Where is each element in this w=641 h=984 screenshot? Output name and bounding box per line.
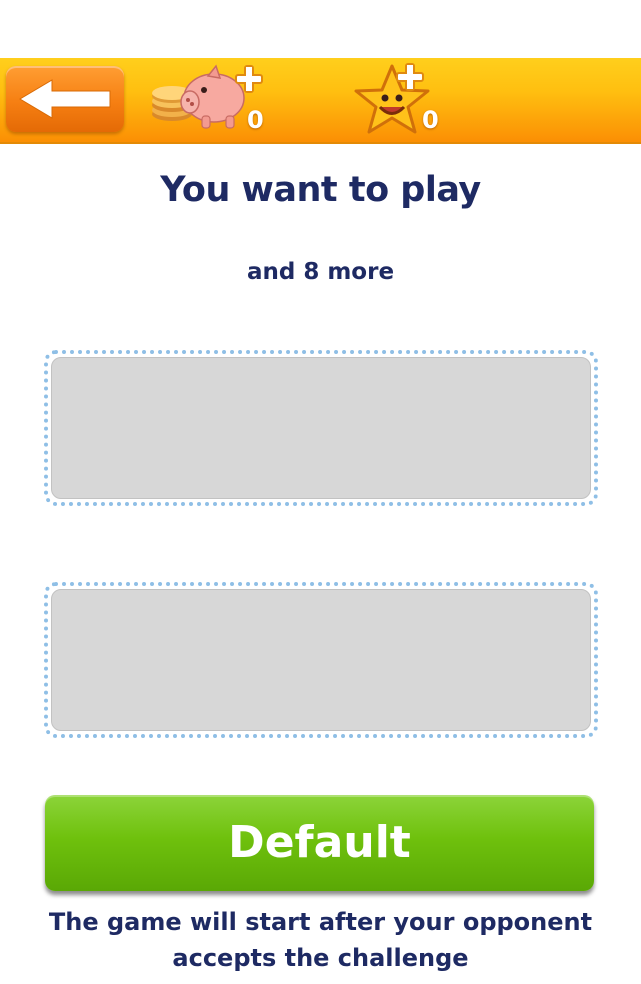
coins-count: 0 (247, 106, 264, 134)
game-slot-2[interactable] (44, 582, 598, 738)
stars-counter[interactable]: 0 (352, 58, 442, 144)
footer-message: The game will start after your opponent … (48, 908, 593, 972)
game-slot-placeholder (51, 357, 591, 499)
page-title: You want to play (160, 170, 481, 210)
stars-count: 0 (422, 106, 439, 134)
top-bar: 0 0 (0, 58, 641, 144)
game-slot-placeholder (51, 589, 591, 731)
game-slot-1[interactable] (44, 350, 598, 506)
coins-counter[interactable]: 0 (150, 58, 265, 144)
left-arrow-icon (19, 79, 111, 119)
page-subtitle: and 8 more (246, 259, 395, 285)
back-button[interactable] (6, 66, 124, 132)
default-button[interactable]: Default (45, 795, 594, 891)
